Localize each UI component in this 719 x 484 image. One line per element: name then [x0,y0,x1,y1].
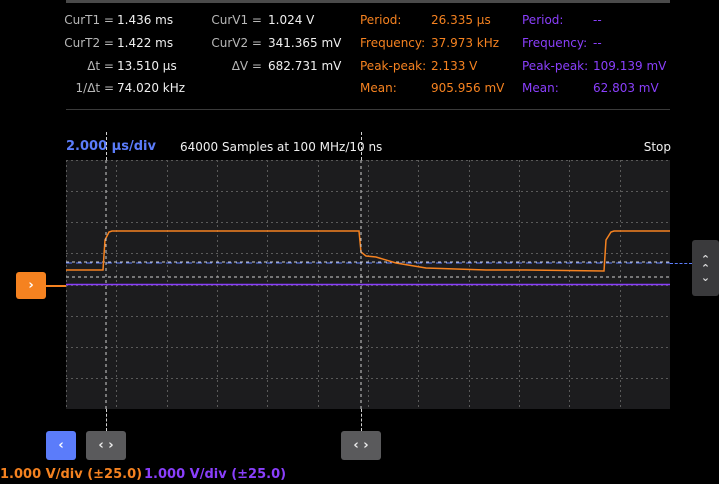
top-divider [66,0,670,3]
ch1-frequency-value: 37.973 kHz [431,36,500,50]
ch1-frequency-label: Frequency: [360,36,426,50]
ch1-offset-marker[interactable]: › [16,272,46,299]
ch2-frequency-label: Frequency: [522,36,588,50]
delta-v-label: ΔV = [231,59,262,73]
ch1-mean-label: Mean: [360,81,397,95]
curt1-label: CurT1 = [64,13,114,27]
cursor-t1-top-extension [106,132,107,160]
ch1-mean-value: 905.956 mV [431,81,505,95]
move-horizontal-icon: ‹ › [353,438,369,453]
inv-delta-t-value: 74.020 kHz [117,81,186,95]
move-horizontal-icon: ‹ › [98,438,114,453]
cursor-t2-handle[interactable]: ‹ › [341,431,381,460]
cursor-t2-top-extension [361,132,362,160]
ch1-scale[interactable]: 1.000 V/div (±25.0) [0,467,142,482]
cursor-t1-handle[interactable]: ‹ › [86,431,126,460]
curv1-label: CurV1 = [211,13,262,27]
ch2-period-label: Period: [522,13,564,27]
trigger-level-extension [670,263,692,264]
back-button[interactable]: ‹ [46,431,76,460]
readout-divider [66,109,670,110]
timebase-div[interactable]: 2.000 µs/div [66,139,156,154]
acquisition-status[interactable]: Stop [644,140,671,154]
delta-v-value: 682.731 mV [268,59,342,73]
curt2-value: 1.422 ms [117,36,174,50]
curt1-value: 1.436 ms [117,13,174,27]
curv2-label: CurV2 = [211,36,262,50]
ch2-scale[interactable]: 1.000 V/div (±25.0) [144,467,286,482]
ch2-mean-label: Mean: [522,81,559,95]
ch1-peak-peak-label: Peak-peak: [360,59,427,73]
ch2-frequency-value: -- [593,36,602,50]
inv-delta-t-label: 1/Δt = [75,81,114,95]
curt2-label: CurT2 = [64,36,114,50]
chevron-left-icon: ‹ [58,438,64,453]
delta-t-label: Δt = [87,59,114,73]
vertical-scroll-control[interactable]: ⌃ ⌃ ⌄ [692,240,719,296]
ch2-mean-value: 62.803 mV [593,81,659,95]
ch1-peak-peak-value: 2.133 V [431,59,478,73]
ch1-period-value: 26.335 µs [431,13,491,27]
ch1-offset-line [46,285,66,287]
waveform-svg [66,160,670,409]
curv2-value: 341.365 mV [268,36,342,50]
ch1-period-label: Period: [360,13,402,27]
chevron-down-icon[interactable]: ⌄ [701,272,710,283]
cursor-t1-extension [106,409,107,431]
delta-t-value: 13.510 µs [117,59,177,73]
ch2-peak-peak-label: Peak-peak: [522,59,589,73]
curv1-value: 1.024 V [268,13,315,27]
cursor-t2-extension [361,409,362,431]
ch2-peak-peak-value: 109.139 mV [593,59,667,73]
waveform-plot[interactable] [66,160,670,409]
chevron-right-icon: › [28,278,34,293]
ch2-period-value: -- [593,13,602,27]
sample-info: 64000 Samples at 100 MHz/10 ns [180,140,383,154]
